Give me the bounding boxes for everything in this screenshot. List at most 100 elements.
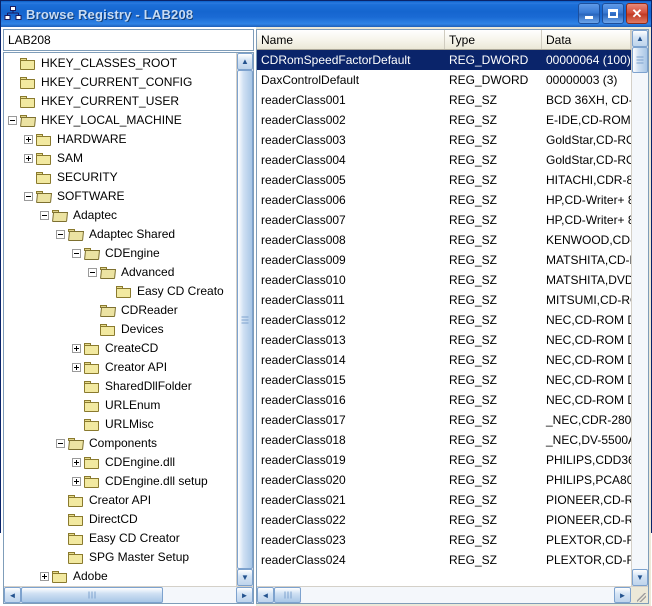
table-row[interactable]: readerClass012 REG_SZ NEC,CD-ROM DR	[257, 310, 631, 330]
expand-node-icon[interactable]	[72, 363, 81, 372]
maximize-button[interactable]	[602, 3, 624, 24]
table-row[interactable]: readerClass009 REG_SZ MATSHITA,CD-R	[257, 250, 631, 270]
collapse-node-icon[interactable]	[72, 249, 81, 258]
list-scroll-thumb[interactable]	[632, 47, 648, 73]
registry-tree[interactable]: HKEY_CLASSES_ROOT HKEY_CURRENT_CONFIG HKEY…	[4, 53, 236, 586]
tree-node[interactable]: CDEngine	[4, 244, 236, 263]
table-row[interactable]: DaxControlDefault REG_DWORD 00000003 (3)	[257, 70, 631, 90]
table-row[interactable]: readerClass021 REG_SZ PIONEER,CD-RO	[257, 490, 631, 510]
tree-scroll-thumb[interactable]	[237, 70, 253, 569]
list-scroll-right-button[interactable]: ►	[614, 587, 631, 603]
tree-scroll-track[interactable]	[237, 70, 253, 569]
tree-node[interactable]: CreateCD	[4, 339, 236, 358]
tree-node[interactable]: SAM	[4, 149, 236, 168]
table-row[interactable]: readerClass020 REG_SZ PHILIPS,PCA80S	[257, 470, 631, 490]
table-row[interactable]: readerClass013 REG_SZ NEC,CD-ROM DR	[257, 330, 631, 350]
tree-node[interactable]: Adaptec	[4, 206, 236, 225]
tree-node[interactable]: Adaptec Shared	[4, 225, 236, 244]
tree-node[interactable]: Devices	[4, 320, 236, 339]
tree-node[interactable]: HKEY_CURRENT_USER	[4, 92, 236, 111]
expand-node-icon[interactable]	[24, 135, 33, 144]
table-row[interactable]: readerClass016 REG_SZ NEC,CD-ROM DR	[257, 390, 631, 410]
tree-node[interactable]: DirectCD	[4, 510, 236, 529]
tree-node[interactable]: Easy CD Creato	[4, 282, 236, 301]
tree-scroll-down-button[interactable]: ▼	[237, 569, 253, 586]
list-hscroll-track[interactable]	[274, 587, 614, 603]
tree-node[interactable]: Creator API	[4, 491, 236, 510]
tree-node[interactable]: CDEngine.dll setup	[4, 472, 236, 491]
table-row[interactable]: readerClass008 REG_SZ KENWOOD,CD-F	[257, 230, 631, 250]
table-row[interactable]: CDRomSpeedFactorDefault REG_DWORD 00000064…	[257, 50, 631, 70]
list-vertical-scrollbar[interactable]: ▲ ▼	[631, 30, 648, 586]
list-scroll-left-button[interactable]: ◄	[257, 587, 274, 603]
table-row[interactable]: readerClass004 REG_SZ GoldStar,CD-ROM	[257, 150, 631, 170]
table-row[interactable]: readerClass001 REG_SZ BCD 36XH, CD-R	[257, 90, 631, 110]
tree-node[interactable]: URLMisc	[4, 415, 236, 434]
table-row[interactable]: readerClass017 REG_SZ _NEC,CDR-2800E	[257, 410, 631, 430]
collapse-node-icon[interactable]	[8, 116, 17, 125]
tree-node[interactable]: Adobe	[4, 567, 236, 586]
tree-node[interactable]: HKEY_LOCAL_MACHINE	[4, 111, 236, 130]
column-header-data[interactable]: Data	[542, 30, 631, 49]
tree-hscroll-thumb[interactable]	[21, 587, 163, 603]
table-row[interactable]: readerClass024 REG_SZ PLEXTOR,CD-RO	[257, 550, 631, 570]
tree-node[interactable]: CDReader	[4, 301, 236, 320]
expand-node-icon[interactable]	[40, 572, 49, 581]
expand-node-icon[interactable]	[72, 458, 81, 467]
table-row[interactable]: readerClass005 REG_SZ HITACHI,CDR-84	[257, 170, 631, 190]
tree-node[interactable]: SOFTWARE	[4, 187, 236, 206]
tree-vertical-scrollbar[interactable]: ▲ ▼	[236, 53, 253, 586]
path-bar[interactable]: LAB208	[3, 29, 254, 51]
table-row[interactable]: readerClass019 REG_SZ PHILIPS,CDD360	[257, 450, 631, 470]
table-row[interactable]: readerClass006 REG_SZ HP,CD-Writer+ 81	[257, 190, 631, 210]
collapse-node-icon[interactable]	[40, 211, 49, 220]
table-row[interactable]: readerClass011 REG_SZ MITSUMI,CD-RO	[257, 290, 631, 310]
collapse-node-icon[interactable]	[88, 268, 97, 277]
title-bar[interactable]: Browse Registry - LAB208 ✕	[1, 1, 651, 27]
collapse-node-icon[interactable]	[56, 439, 65, 448]
expand-node-icon[interactable]	[72, 477, 81, 486]
list-scroll-up-button[interactable]: ▲	[632, 30, 648, 47]
tree-scroll-left-button[interactable]: ◄	[4, 587, 21, 603]
expand-node-icon[interactable]	[24, 154, 33, 163]
tree-node[interactable]: HKEY_CLASSES_ROOT	[4, 54, 236, 73]
tree-node[interactable]: HKEY_CURRENT_CONFIG	[4, 73, 236, 92]
table-row[interactable]: readerClass023 REG_SZ PLEXTOR,CD-R	[257, 530, 631, 550]
registry-value-list[interactable]: CDRomSpeedFactorDefault REG_DWORD 00000064…	[257, 50, 631, 586]
table-row[interactable]: readerClass014 REG_SZ NEC,CD-ROM DR	[257, 350, 631, 370]
table-row[interactable]: readerClass010 REG_SZ MATSHITA,DVD-	[257, 270, 631, 290]
table-row[interactable]: readerClass007 REG_SZ HP,CD-Writer+ 82	[257, 210, 631, 230]
collapse-node-icon[interactable]	[24, 192, 33, 201]
table-row[interactable]: readerClass018 REG_SZ _NEC,DV-5500A,	[257, 430, 631, 450]
tree-node[interactable]: SECURITY	[4, 168, 236, 187]
expand-node-icon[interactable]	[72, 344, 81, 353]
collapse-node-icon[interactable]	[56, 230, 65, 239]
tree-hscroll-track[interactable]	[21, 587, 236, 603]
tree-node[interactable]: SharedDllFolder	[4, 377, 236, 396]
minimize-button[interactable]	[578, 3, 600, 24]
list-horizontal-scrollbar[interactable]: ◄ ►	[257, 586, 648, 603]
table-row[interactable]: readerClass003 REG_SZ GoldStar,CD-ROM	[257, 130, 631, 150]
value-data-cell: 00000003 (3)	[546, 73, 618, 87]
tree-node[interactable]: HARDWARE	[4, 130, 236, 149]
tree-node[interactable]: Creator API	[4, 358, 236, 377]
table-row[interactable]: readerClass022 REG_SZ PIONEER,CD-RO	[257, 510, 631, 530]
column-header-type[interactable]: Type	[445, 30, 542, 49]
list-scroll-track[interactable]	[632, 47, 648, 569]
list-hscroll-thumb[interactable]	[274, 587, 302, 603]
table-row[interactable]: readerClass002 REG_SZ E-IDE,CD-ROM 3	[257, 110, 631, 130]
tree-node[interactable]: URLEnum	[4, 396, 236, 415]
tree-node[interactable]: SPG Master Setup	[4, 548, 236, 567]
tree-scroll-up-button[interactable]: ▲	[237, 53, 253, 70]
tree-scroll-right-button[interactable]: ►	[236, 587, 253, 603]
tree-node[interactable]: CDEngine.dll	[4, 453, 236, 472]
tree-node[interactable]: Easy CD Creator	[4, 529, 236, 548]
column-header-name[interactable]: Name	[257, 30, 445, 49]
close-button[interactable]: ✕	[626, 3, 648, 24]
table-row[interactable]: readerClass015 REG_SZ NEC,CD-ROM DR	[257, 370, 631, 390]
tree-node[interactable]: Advanced	[4, 263, 236, 282]
tree-horizontal-scrollbar[interactable]: ◄ ►	[4, 586, 253, 603]
tree-node[interactable]: Components	[4, 434, 236, 453]
list-scroll-down-button[interactable]: ▼	[632, 569, 648, 586]
